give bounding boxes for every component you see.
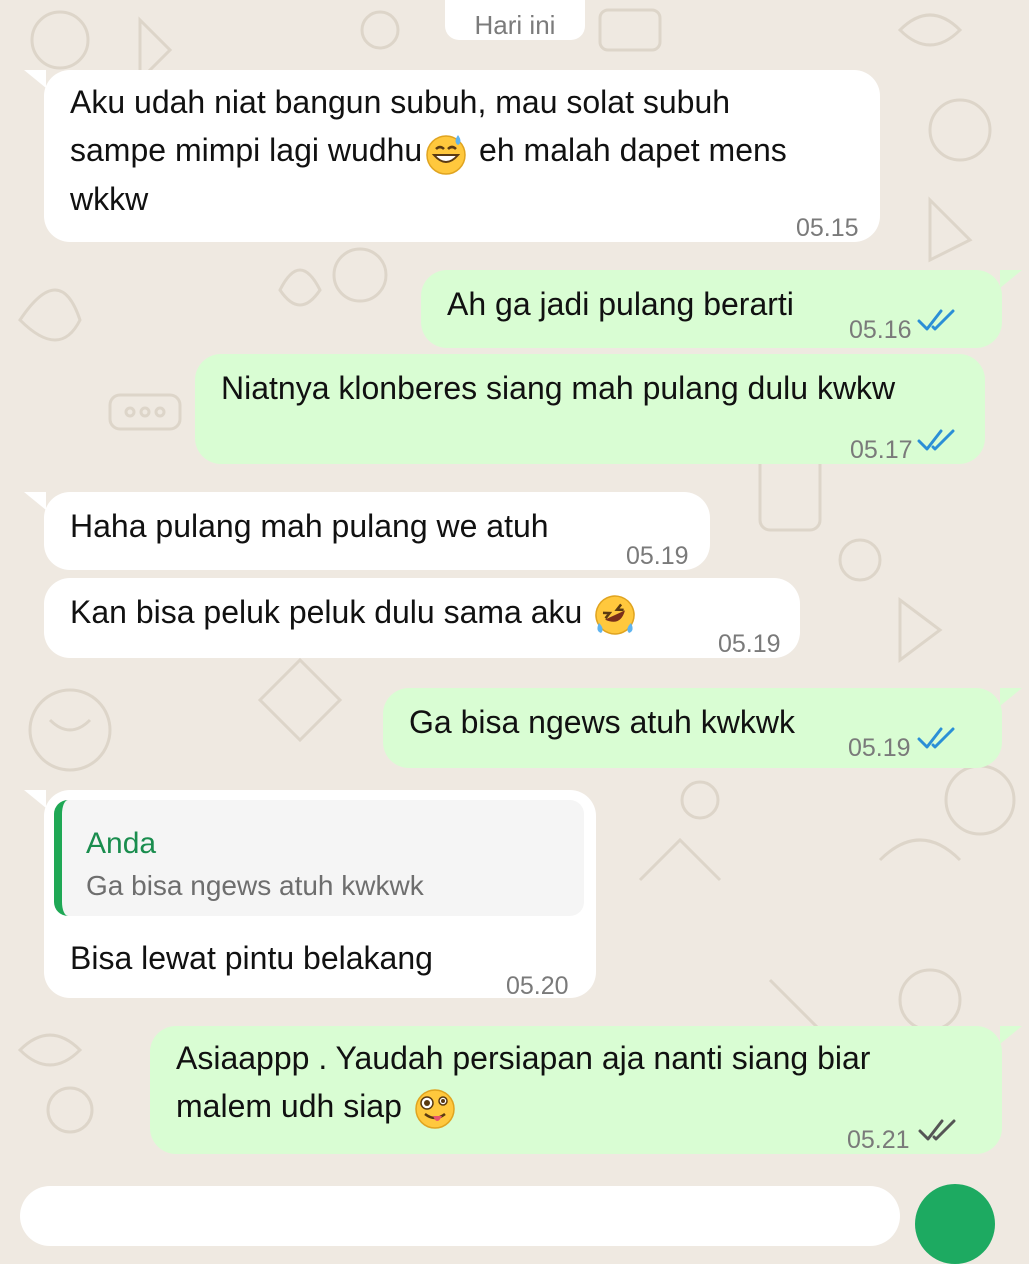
message-line-with-emoji: sampe mimpi lagi wudhu eh malah dapet me… [70,126,787,175]
read-double-check-icon [917,727,955,749]
message-text: Ga bisa ngews atuh kwkwk [409,704,795,740]
message-text: Bisa lewat pintu belakang [70,940,433,976]
incoming-message[interactable]: Kan bisa peluk peluk dulu sama aku 05.19 [44,578,800,658]
quoted-message[interactable]: Anda Ga bisa ngews atuh kwkwk [54,800,584,916]
message-text-with-emoji: Kan bisa peluk peluk dulu sama aku [70,588,639,637]
quoted-author: Anda [86,827,157,860]
message-time: 05.20 [506,972,569,1000]
date-separator-label: Hari ini [474,10,556,40]
message-line-with-emoji: malem udh siap [176,1082,870,1131]
bubble-tail [24,70,46,88]
outgoing-message[interactable]: Ga bisa ngews atuh kwkwk 05.19 [383,688,1002,768]
delivered-double-check-icon [918,1119,956,1141]
incoming-message[interactable]: Aku udah niat bangun subuh, mau solat su… [44,70,880,242]
message-text: Ah ga jadi pulang berarti [447,286,794,322]
quoted-text: Ga bisa ngews atuh kwkwk [86,870,424,901]
read-double-check-icon [917,309,955,331]
date-separator-chip: Hari ini [445,0,585,40]
message-line: Asiaappp . Yaudah persiapan aja nanti si… [176,1040,871,1076]
message-text: Niatnya klonberes siang mah pulang dulu … [221,370,896,406]
message-text: Asiaappp . Yaudah persiapan aja nanti si… [176,1034,870,1131]
message-line: Aku udah niat bangun subuh, mau solat su… [70,84,731,120]
bubble-tail [1000,1026,1022,1044]
bubble-tail [1000,270,1022,288]
message-text: Haha pulang mah pulang we atuh [70,508,549,544]
message-text: Kan bisa peluk peluk dulu sama aku [70,594,583,630]
outgoing-message[interactable]: Niatnya klonberes siang mah pulang dulu … [195,354,985,464]
incoming-reply-message[interactable]: Anda Ga bisa ngews atuh kwkwk Bisa lewat… [44,790,596,1000]
message-input-bar[interactable] [20,1186,900,1246]
mic-button[interactable] [915,1184,995,1264]
message-line-suffix: eh malah dapet mens [479,132,787,168]
incoming-message[interactable]: Haha pulang mah pulang we atuh 05.19 [44,492,710,570]
grinning-sweat-emoji [426,134,466,175]
message-line: sampe mimpi lagi wudhu [70,132,423,168]
outgoing-message[interactable]: Asiaappp . Yaudah persiapan aja nanti si… [150,1026,1002,1154]
zany-face-emoji [415,1088,455,1129]
message-time: 05.15 [796,214,859,242]
message-line: wkkw [70,180,149,217]
read-double-check-icon [917,429,955,451]
bubble-tail [1000,688,1022,706]
outgoing-message[interactable]: Ah ga jadi pulang berarti 05.16 [421,270,1002,348]
message-text: Aku udah niat bangun subuh, mau solat su… [70,78,787,223]
message-time: 05.19 [626,542,689,570]
bubble-tail [24,492,46,510]
message-time: 05.19 [718,630,781,658]
message-time: 05.16 [849,316,912,344]
bubble-tail [24,790,46,808]
message-time: 05.21 [847,1126,910,1154]
message-line: malem udh siap [176,1088,402,1124]
message-time: 05.17 [850,436,913,464]
message-time: 05.19 [848,734,911,762]
rolling-laughing-emoji [595,594,635,635]
